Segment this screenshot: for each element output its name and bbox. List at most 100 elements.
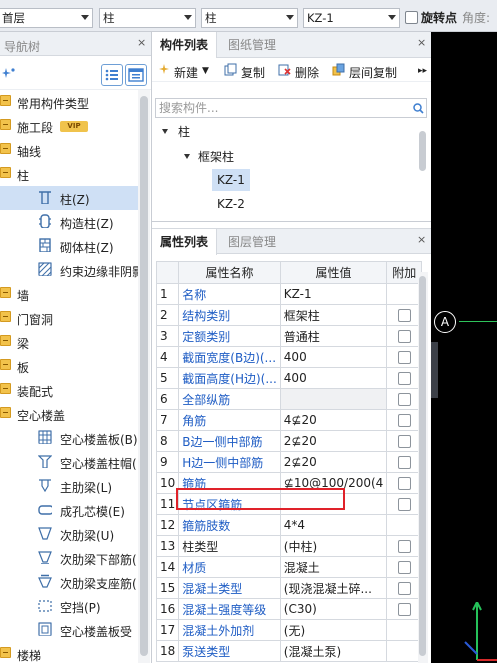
nav-item-constructional-column[interactable]: 构造柱(Z) — [0, 210, 138, 234]
floor-select[interactable]: 首层 — [0, 8, 93, 28]
property-row[interactable]: 2 结构类别 框架柱 — [155, 304, 423, 326]
attach-checkbox[interactable] — [397, 330, 411, 343]
property-row[interactable]: 14 材质 混凝土 — [155, 556, 423, 578]
nav-item-stairs[interactable]: 楼梯 — [0, 642, 138, 663]
nav-scrollbar[interactable] — [138, 90, 150, 663]
nav-item-column-group[interactable]: 柱 — [0, 162, 138, 186]
close-icon[interactable]: × — [137, 36, 146, 49]
attach-checkbox[interactable] — [397, 561, 411, 574]
property-value[interactable]: 普通柱 — [279, 325, 388, 347]
nav-item-axis[interactable]: 轴线 — [0, 138, 138, 162]
attach-checkbox[interactable] — [397, 456, 411, 469]
rotate-point-checkbox[interactable] — [405, 11, 418, 24]
nav-item-common-types[interactable]: 常用构件类型 — [0, 90, 138, 114]
search-icon[interactable] — [413, 103, 424, 114]
property-row[interactable]: 17 混凝土外加剂 (无) — [155, 619, 423, 641]
nav-item-secondary-rib-beam[interactable]: 次肋梁(U) — [0, 522, 138, 546]
property-row[interactable]: 4 截面宽度(B边)(... 400 — [155, 346, 423, 368]
property-value[interactable]: 2⊈20 — [279, 451, 388, 473]
attach-checkbox[interactable] — [397, 309, 411, 322]
nav-item-wall[interactable]: 墙 — [0, 282, 138, 306]
panel-collapse-handle[interactable] — [431, 342, 438, 398]
component-select[interactable]: KZ-1 — [303, 8, 400, 28]
property-value[interactable]: (中柱) — [279, 535, 388, 557]
nav-item-core-mold[interactable]: 成孔芯模(E) — [0, 498, 138, 522]
expand-icon[interactable] — [162, 129, 168, 134]
attach-checkbox[interactable] — [397, 414, 411, 427]
nav-item-hollow-floor-slab[interactable]: 空心楼盖板(B) — [0, 426, 138, 450]
property-row[interactable]: 13 柱类型 (中柱) — [155, 535, 423, 557]
nav-item-boundary-element[interactable]: 约束边缘非阴影 — [0, 258, 144, 282]
property-value[interactable]: 400 — [279, 367, 388, 389]
property-row[interactable]: 16 混凝土强度等级 (C30) — [155, 598, 423, 620]
tab-drawing-management[interactable]: 图纸管理 — [220, 32, 284, 58]
property-value[interactable]: (现浇混凝土碎... — [279, 577, 388, 599]
property-value[interactable]: 2⊈20 — [279, 430, 388, 452]
tab-component-list[interactable]: 构件列表 — [152, 32, 218, 58]
property-value[interactable]: 400 — [279, 346, 388, 368]
tree-node-kz2[interactable]: KZ-2 — [212, 193, 245, 215]
property-row[interactable]: 6 全部纵筋 — [155, 388, 423, 410]
property-row[interactable]: 12 箍筋肢数 4*4 — [155, 514, 423, 536]
nav-item-prefab[interactable]: 装配式 — [0, 378, 138, 402]
delete-button[interactable]: 删除 — [295, 64, 319, 81]
nav-item-gap[interactable]: 空挡(P) — [0, 594, 138, 618]
property-value[interactable]: (无) — [279, 619, 388, 641]
sparkle-icon[interactable] — [2, 67, 16, 79]
property-scroll-thumb[interactable] — [419, 276, 426, 656]
nav-item-rib-bottom-bar[interactable]: 次肋梁下部筋( — [0, 546, 138, 570]
property-value[interactable]: 框架柱 — [279, 304, 388, 326]
nav-item-construction-section[interactable]: 施工段 VIP — [0, 114, 138, 138]
attach-checkbox[interactable] — [397, 603, 411, 616]
attach-checkbox[interactable] — [397, 435, 411, 448]
nav-item-hollow-slab-rebar[interactable]: 空心楼盖板受 — [0, 618, 138, 642]
property-row[interactable]: 15 混凝土类型 (现浇混凝土碎... — [155, 577, 423, 599]
more-icon[interactable]: ▸▸ — [418, 66, 427, 76]
copy-button[interactable]: 复制 — [241, 64, 265, 81]
nav-item-main-rib-beam[interactable]: 主肋梁(L) — [0, 474, 138, 498]
property-row[interactable]: 3 定额类别 普通柱 — [155, 325, 423, 347]
close-icon[interactable]: × — [417, 36, 426, 49]
component-scrollbar[interactable] — [418, 127, 428, 217]
subtype-select[interactable]: 柱 — [201, 8, 298, 28]
property-value[interactable]: 4*4 — [279, 514, 388, 536]
nav-scroll-thumb[interactable] — [140, 96, 148, 656]
property-row[interactable]: 18 泵送类型 (混凝土泵) — [155, 640, 423, 662]
nav-item-masonry-column[interactable]: 砌体柱(Z) — [0, 234, 138, 258]
property-row[interactable]: 5 截面高度(H边)(... 400 — [155, 367, 423, 389]
attach-checkbox[interactable] — [397, 540, 411, 553]
attach-checkbox[interactable] — [397, 582, 411, 595]
list-view-button[interactable] — [101, 64, 123, 86]
property-value[interactable]: 4⊈20 — [279, 409, 388, 431]
nav-item-slab[interactable]: 板 — [0, 354, 138, 378]
property-value[interactable] — [279, 388, 388, 410]
nav-item-column-cap[interactable]: 空心楼盖柱帽( — [0, 450, 138, 474]
tab-layer-management[interactable]: 图层管理 — [220, 229, 284, 255]
nav-item-rib-support-bar[interactable]: 次肋梁支座筋( — [0, 570, 138, 594]
nav-item-column[interactable]: 柱(Z) — [0, 186, 138, 210]
type-select[interactable]: 柱 — [99, 8, 196, 28]
component-search-input[interactable]: 搜索构件... — [155, 98, 427, 118]
new-dropdown-icon[interactable]: ▼ — [202, 66, 209, 76]
attach-checkbox[interactable] — [397, 498, 411, 511]
new-button[interactable]: 新建 — [174, 64, 198, 81]
property-row[interactable]: 8 B边一侧中部筋 2⊈20 — [155, 430, 423, 452]
property-value[interactable]: (混凝土泵) — [279, 640, 388, 662]
attach-checkbox[interactable] — [397, 477, 411, 490]
nav-item-door-window[interactable]: 门窗洞 — [0, 306, 138, 330]
panel-view-button[interactable] — [125, 64, 147, 86]
attach-checkbox[interactable] — [397, 393, 411, 406]
component-scroll-thumb[interactable] — [419, 131, 426, 171]
property-row[interactable]: 7 角筋 4⊈20 — [155, 409, 423, 431]
close-icon[interactable]: × — [417, 233, 426, 246]
property-row[interactable]: 9 H边一侧中部筋 2⊈20 — [155, 451, 423, 473]
property-value[interactable]: KZ-1 — [279, 283, 388, 305]
drawing-canvas[interactable]: A — [431, 32, 497, 663]
attach-checkbox[interactable] — [397, 351, 411, 364]
nav-item-hollow-floor[interactable]: 空心楼盖 — [0, 402, 138, 426]
tree-node-kz1[interactable]: KZ-1 — [212, 169, 250, 191]
property-row[interactable]: 1 名称 KZ-1 — [155, 283, 423, 305]
property-value[interactable]: (C30) — [279, 598, 388, 620]
property-value[interactable]: 混凝土 — [279, 556, 388, 578]
property-scrollbar[interactable] — [418, 272, 428, 663]
